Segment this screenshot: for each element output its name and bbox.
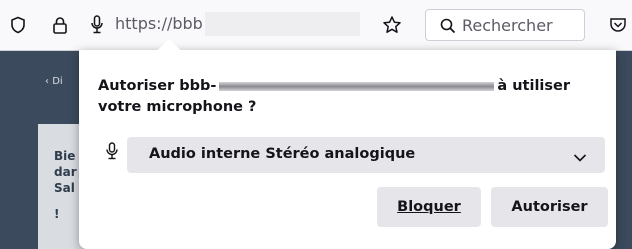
card-text-line: Sal (54, 181, 75, 195)
microphone-device-select[interactable]: Audio interne Stéréo analogique (127, 137, 605, 173)
block-button-label: Bloquer (397, 199, 461, 215)
search-icon (436, 14, 460, 38)
breadcrumb[interactable]: ‹ Di (45, 76, 63, 87)
card-text-line: dar (54, 165, 77, 179)
search-box[interactable]: Rechercher (425, 9, 585, 41)
chevron-down-icon (573, 148, 587, 167)
lock-icon[interactable] (48, 13, 72, 37)
card-text-line: Bie (54, 149, 76, 163)
microphone-permission-icon[interactable] (85, 13, 109, 37)
allow-button-label: Autoriser (511, 199, 588, 215)
url-redaction (205, 12, 360, 36)
search-placeholder: Rechercher (462, 16, 553, 35)
tracking-protection-shield-icon[interactable] (6, 13, 30, 37)
browser-toolbar: https://bbb Rechercher (0, 0, 632, 51)
permission-message: Autoriser bbb-à utiliser votre microphon… (98, 76, 608, 118)
microphone-permission-popup: Autoriser bbb-à utiliser votre microphon… (79, 38, 616, 249)
message-start: Autoriser bbb- (98, 78, 217, 94)
microphone-icon (105, 142, 119, 164)
pocket-icon[interactable] (606, 13, 630, 37)
block-button[interactable]: Bloquer (377, 187, 481, 227)
selected-device: Audio interne Stéréo analogique (149, 146, 416, 162)
redacted-domain (219, 81, 495, 91)
url-text[interactable]: https://bbb (115, 14, 203, 33)
bookmark-star-icon[interactable] (380, 13, 404, 37)
card-text-line: ! (54, 207, 60, 221)
allow-button[interactable]: Autoriser (491, 187, 608, 227)
